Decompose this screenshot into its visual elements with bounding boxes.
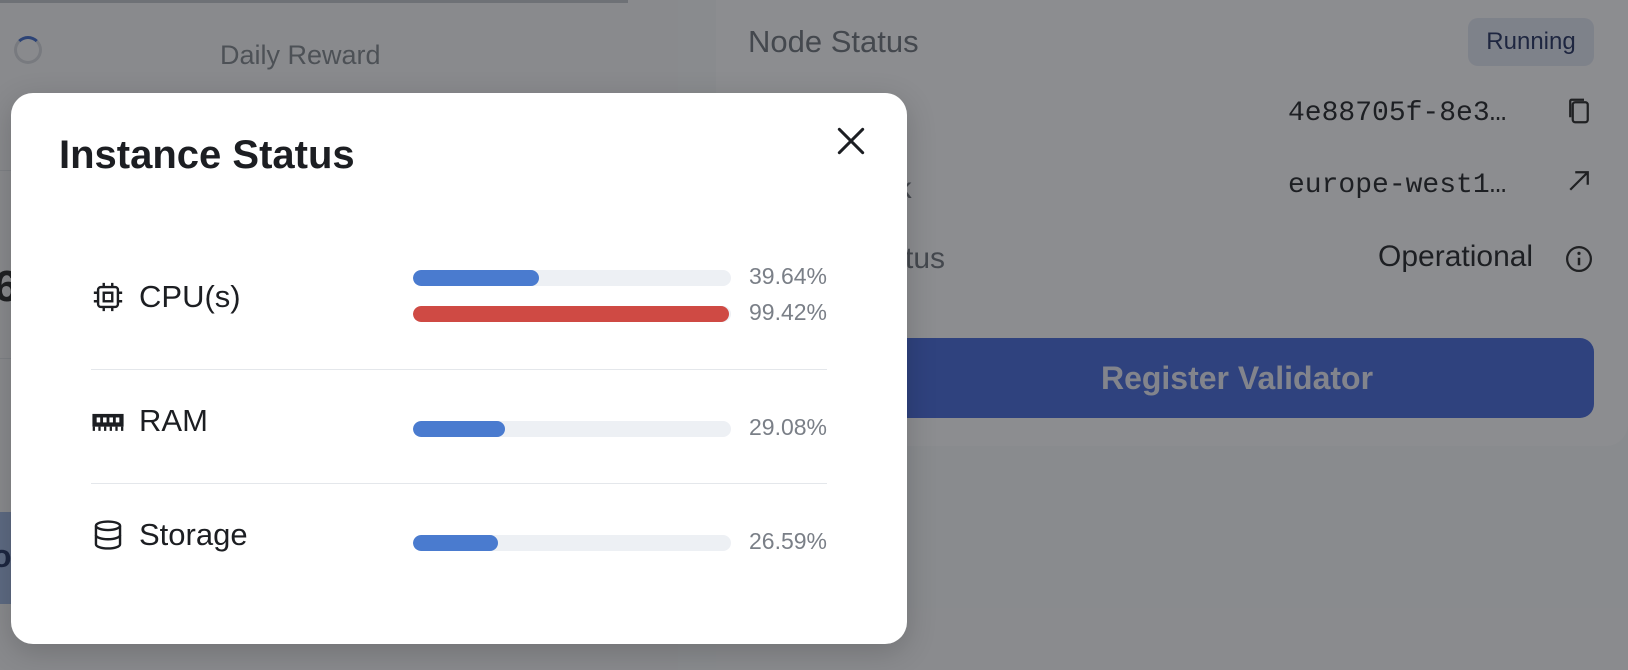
metric-row-storage: Storage 26.59% — [91, 493, 827, 593]
metric-name: Storage — [139, 517, 248, 552]
database-icon — [94, 520, 122, 550]
ram-usage-bar — [413, 421, 731, 437]
divider — [91, 483, 827, 484]
cpu-load-percent: 99.42% — [749, 299, 828, 325]
divider — [91, 369, 827, 370]
cpu-load-fill — [413, 306, 730, 322]
ram-usage-percent: 29.08% — [749, 414, 828, 440]
memory-icon — [92, 413, 124, 431]
metric-row-ram: RAM 29.08% — [91, 379, 827, 479]
metric-name: CPU(s) — [139, 279, 241, 314]
cpu-load-bar — [413, 306, 731, 322]
cpu-usage-fill — [413, 270, 540, 286]
storage-usage-percent: 26.59% — [749, 528, 828, 554]
cpu-usage-bar — [413, 270, 731, 286]
storage-usage-bar — [413, 535, 731, 551]
metric-row-cpu: CPU(s) 39.64% 99.42% — [91, 253, 827, 363]
cpu-icon — [93, 282, 123, 312]
ram-usage-fill — [413, 421, 506, 437]
metric-name: RAM — [139, 403, 208, 438]
metric-label-cpu: CPU(s) — [91, 279, 241, 315]
cpu-usage-percent: 39.64% — [749, 263, 828, 289]
instance-status-modal: Instance Status CPU(s) 39.64% 99.42% RAM… — [11, 93, 907, 644]
metric-label-ram: RAM — [91, 403, 208, 439]
modal-title: Instance Status — [59, 133, 355, 177]
close-icon[interactable] — [831, 121, 871, 161]
storage-usage-fill — [413, 535, 498, 551]
metric-label-storage: Storage — [91, 517, 248, 553]
